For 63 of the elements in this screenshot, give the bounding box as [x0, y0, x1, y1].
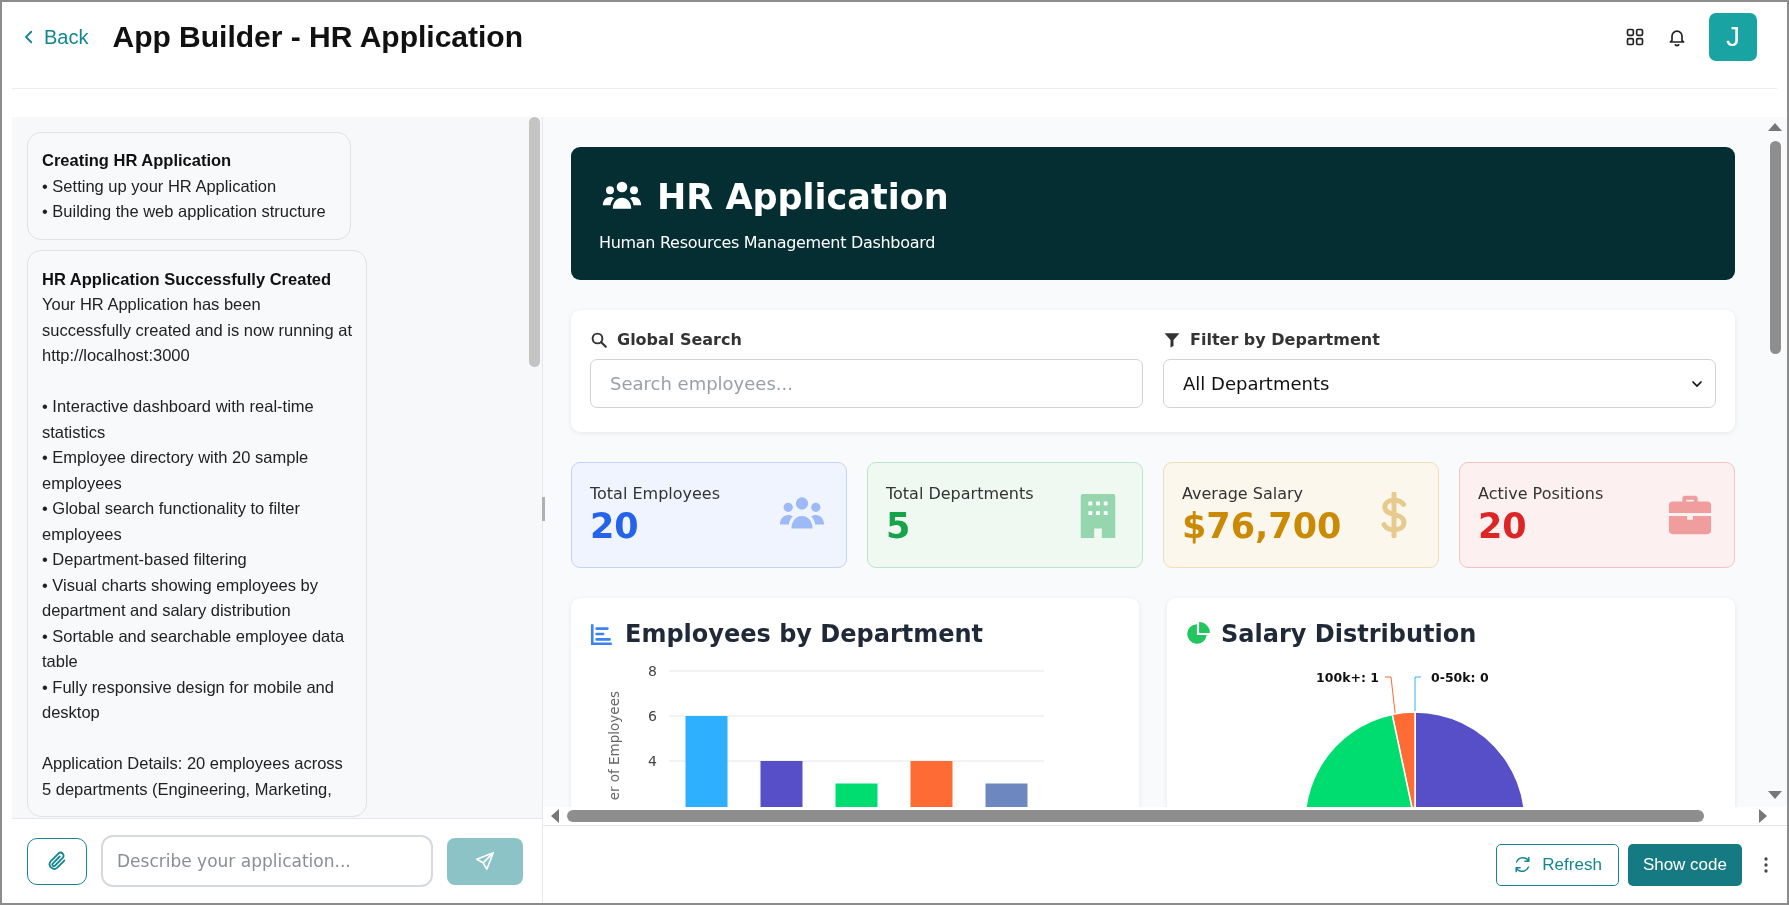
grid-icon[interactable]: [1625, 27, 1645, 47]
leader-line: [1414, 676, 1422, 712]
message-text: Your HR Application has been successfully created and is now running at http://localhost:3000: [42, 294, 352, 366]
show-code-button[interactable]: Show code: [1627, 843, 1742, 886]
refresh-button[interactable]: Refresh: [1496, 843, 1619, 886]
axis-tick-label: 6: [648, 708, 657, 724]
resize-handle[interactable]: [542, 497, 545, 521]
scroll-down-arrow[interactable]: [1768, 791, 1782, 799]
banner-title: HR Application: [657, 177, 949, 217]
search-icon: [590, 330, 608, 349]
stat-label: Average Salary: [1182, 484, 1305, 503]
stat-value: 20: [590, 506, 640, 546]
app-title: App Builder - HR Application: [112, 20, 523, 54]
stat-value: 20: [1478, 506, 1528, 546]
chat-input-field[interactable]: Describe your application...: [101, 835, 433, 887]
axis-tick-label: 8: [648, 663, 657, 679]
scrollbar-thumb[interactable]: [567, 810, 1704, 822]
stat-value: $76,700: [1182, 506, 1342, 546]
message-title: HR Application Successfully Created: [42, 268, 333, 290]
department-dropdown[interactable]: All Departments: [1163, 359, 1716, 408]
message-text: • Interactive dashboard with real-time statistics: [42, 396, 315, 443]
stat-label: Total Departments: [886, 484, 1034, 503]
axis-tick-label: 4: [648, 753, 657, 769]
message-text: • Setting up your HR Application: [42, 175, 278, 197]
message-text: • Sortable and searchable employee data table: [42, 625, 346, 672]
bar: [760, 761, 803, 807]
stat-value: 5: [886, 506, 912, 546]
user-avatar[interactable]: J: [1709, 13, 1757, 61]
stat-label: Active Positions: [1478, 484, 1604, 503]
search-field[interactable]: Search employees...: [590, 359, 1143, 408]
message-text: • Department-based filtering: [42, 549, 248, 570]
refresh-icon: [1513, 855, 1533, 874]
scroll-left-arrow[interactable]: [551, 809, 559, 823]
paperclip-icon: [46, 850, 68, 872]
stat-label: Total Employees: [590, 484, 721, 503]
scrollbar-thumb[interactable]: [529, 117, 540, 367]
field-label: Global Search: [617, 330, 742, 349]
bell-icon[interactable]: [1667, 27, 1687, 47]
scroll-right-arrow[interactable]: [1759, 809, 1767, 823]
leader-line: [1384, 676, 1396, 714]
message-text: • Visual charts showing employees by department and salary distribution: [42, 574, 320, 621]
slice-label: 100k+: 1: [1316, 670, 1379, 685]
banner-subtitle: Human Resources Management Dashboard: [599, 233, 937, 252]
slice-label: 0-50k: 0: [1431, 670, 1489, 685]
chart-title: Employees by Department: [625, 620, 984, 648]
back-link[interactable]: Back: [20, 25, 89, 49]
message-text: • Global search functionality to filter employees: [42, 498, 301, 545]
field-label: Filter by Department: [1190, 330, 1380, 349]
chart-title: Salary Distribution: [1221, 620, 1477, 648]
message-text: • Building the web application structure: [42, 201, 327, 222]
send-icon: [474, 850, 496, 872]
filter-icon: [1163, 330, 1181, 349]
scroll-up-arrow[interactable]: [1768, 123, 1782, 131]
bar: [910, 761, 953, 807]
message-text: • Fully responsive design for mobile and desktop: [42, 676, 335, 723]
axis-title: er of Employees: [606, 691, 622, 801]
message-title: Creating HR Application: [42, 150, 233, 171]
message-text: Application Details: 20 employees across 5 departments (Engineering, Marketing,: [42, 753, 344, 800]
attach-button[interactable]: [27, 837, 87, 885]
bar-chart-icon: [589, 621, 615, 647]
message-text: • Employee directory with 20 sample employees: [42, 447, 310, 494]
pie-chart-icon: [1185, 621, 1211, 647]
scrollbar-thumb[interactable]: [1769, 141, 1781, 354]
